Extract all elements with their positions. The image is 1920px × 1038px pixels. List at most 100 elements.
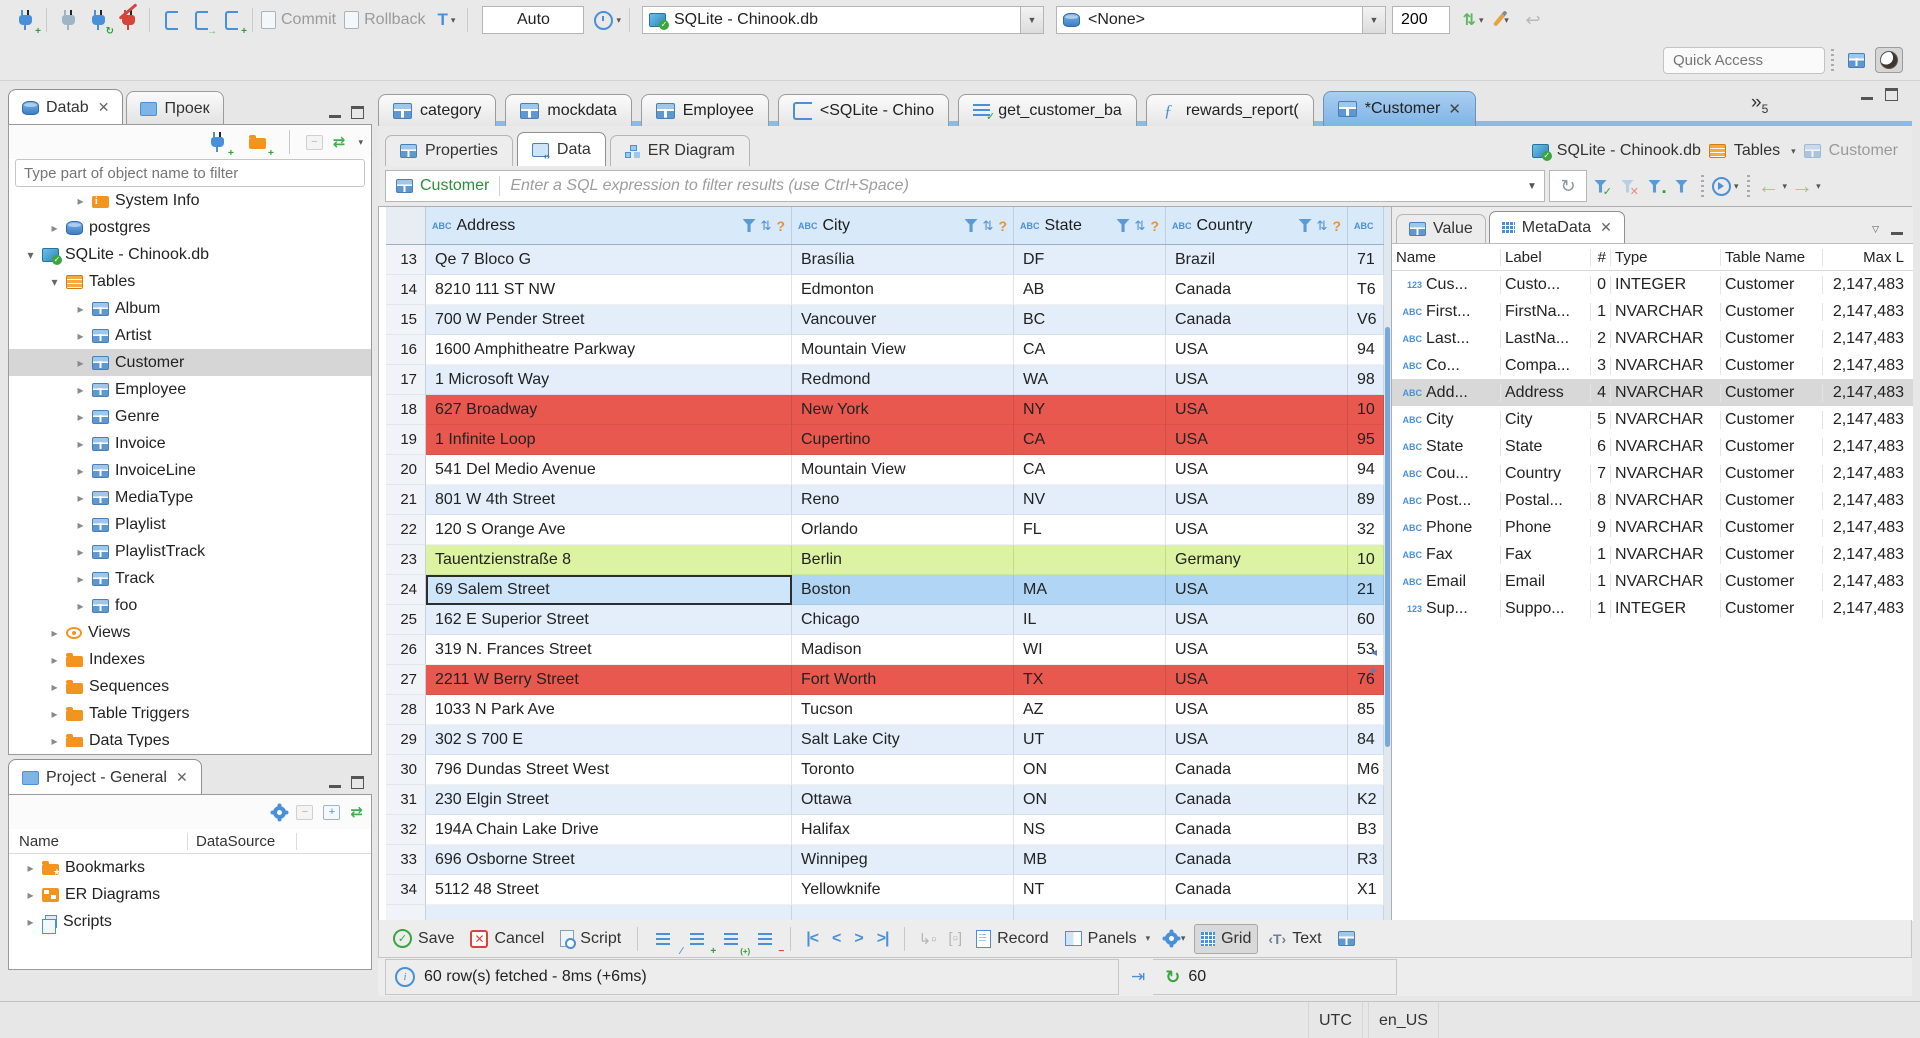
row-number[interactable]: 28 xyxy=(386,695,426,725)
cell-state[interactable]: TX xyxy=(1014,665,1166,695)
custom-filter-button[interactable] xyxy=(1675,179,1688,193)
tree-item[interactable]: Indexes xyxy=(9,646,371,673)
tab-er-diagram[interactable]: ER Diagram xyxy=(609,135,750,166)
cell-country[interactable]: USA xyxy=(1166,725,1348,755)
cell-postalcode[interactable]: 94 xyxy=(1348,335,1384,365)
datasource-dropdown-button[interactable]: ▼ xyxy=(1020,7,1043,33)
cell-city[interactable]: Mountain View xyxy=(792,455,1014,485)
expand-arrow-icon[interactable] xyxy=(49,221,60,235)
meta-col-table[interactable]: Table Name xyxy=(1720,248,1822,266)
project-item[interactable]: Bookmarks xyxy=(9,854,371,881)
cell-country[interactable]: USA xyxy=(1166,425,1348,455)
datasource-combo[interactable]: SQLite - Chinook.db ▼ xyxy=(642,6,1044,34)
cell-state[interactable]: DF xyxy=(1014,245,1166,275)
help-icon[interactable]: ? xyxy=(1150,218,1159,234)
row-number[interactable]: 20 xyxy=(386,455,426,485)
cell-state[interactable] xyxy=(1014,545,1166,575)
cell-city[interactable]: Yellowknife xyxy=(792,875,1014,905)
cell-country[interactable]: Canada xyxy=(1166,875,1348,905)
cell-country[interactable]: Canada xyxy=(1166,815,1348,845)
cell-city[interactable]: Chicago xyxy=(792,605,1014,635)
cell-postalcode[interactable]: 94 xyxy=(1348,455,1384,485)
cell-state[interactable]: AZ xyxy=(1014,695,1166,725)
view-settings-button[interactable]: ▾ xyxy=(1162,926,1188,952)
metadata-row[interactable]: ABC Last... LastNa... 2 NVARCHAR Customer… xyxy=(1392,325,1913,352)
minimize-icon[interactable] xyxy=(329,114,341,118)
column-header-state[interactable]: ABC State ⇅? xyxy=(1014,207,1166,244)
sash-collapse-right-icon[interactable]: ▸ xyxy=(1371,663,1377,677)
cell-address[interactable]: Tauentzienstraße 8 xyxy=(426,545,792,575)
cell-state[interactable]: NT xyxy=(1014,875,1166,905)
sash-collapse-left-icon[interactable]: ◂ xyxy=(1371,645,1377,659)
cancel-button[interactable]: ✕ Cancel xyxy=(464,925,550,953)
close-icon[interactable]: ✕ xyxy=(1448,100,1461,118)
cell-country[interactable]: USA xyxy=(1166,515,1348,545)
tree-item[interactable]: foo xyxy=(9,592,371,619)
minimize-icon[interactable] xyxy=(329,784,341,788)
project-item[interactable]: Scripts xyxy=(9,908,371,935)
cell-country[interactable]: Canada xyxy=(1166,305,1348,335)
cell-postalcode[interactable]: 84 xyxy=(1348,725,1384,755)
last-row-button[interactable]: >| xyxy=(872,930,894,948)
cell-city[interactable]: Boston xyxy=(792,575,1014,605)
tab-data[interactable]: Data xyxy=(516,132,606,166)
refresh-button[interactable]: ↻ xyxy=(1549,170,1587,202)
table-row[interactable]: 27 2211 W Berry Street Fort Worth TX USA… xyxy=(386,665,1384,695)
save-filter-button[interactable]: ▪ xyxy=(1648,179,1666,197)
cell-address[interactable]: 194A Chain Lake Drive xyxy=(426,815,792,845)
row-number[interactable]: 15 xyxy=(386,305,426,335)
metadata-row[interactable]: 123 Sup... Suppo... 1 INTEGER Customer 2,… xyxy=(1392,595,1913,622)
cell-address[interactable]: 801 W 4th Street xyxy=(426,485,792,515)
row-number[interactable]: 18 xyxy=(386,395,426,425)
metadata-row[interactable]: ABC Post... Postal... 8 NVARCHAR Customer… xyxy=(1392,487,1913,514)
tree-item[interactable]: Customer xyxy=(9,349,371,376)
cell-address[interactable]: 1600 Amphitheatre Parkway xyxy=(426,335,792,365)
table-row[interactable]: 28 1033 N Park Ave Tucson AZ USA 85 xyxy=(386,695,1384,725)
cell-postalcode[interactable]: 10 xyxy=(1348,545,1384,575)
column-header-datasource[interactable]: DataSource xyxy=(187,832,297,850)
cell-country[interactable] xyxy=(1166,905,1348,921)
row-number[interactable]: 19 xyxy=(386,425,426,455)
nav-new-connection-button[interactable]: + xyxy=(205,129,234,159)
tree-item[interactable]: Employee xyxy=(9,376,371,403)
table-row[interactable]: 34 5112 48 Street Yellowknife NT Canada … xyxy=(386,875,1384,905)
cell-country[interactable]: Brazil xyxy=(1166,245,1348,275)
commit-mode-combo[interactable]: Auto xyxy=(482,6,585,34)
cell-postalcode[interactable]: T6 xyxy=(1348,275,1384,305)
cell-country[interactable]: USA xyxy=(1166,575,1348,605)
expand-arrow-icon[interactable] xyxy=(25,888,36,902)
first-row-button[interactable]: |< xyxy=(801,930,823,948)
help-icon[interactable]: ? xyxy=(1332,218,1341,234)
meta-col-max[interactable]: Max L xyxy=(1822,248,1908,266)
tree-item[interactable]: Table Triggers xyxy=(9,700,371,727)
open-sql-script-button[interactable]: → xyxy=(188,7,217,37)
metadata-row[interactable]: 123 Cus... Custo... 0 INTEGER Customer 2,… xyxy=(1392,271,1913,298)
cell-country[interactable]: Germany xyxy=(1166,545,1348,575)
meta-col-label[interactable]: Label xyxy=(1500,248,1590,266)
cell-address[interactable]: 1 Infinite Loop xyxy=(426,425,792,455)
table-row[interactable]: 21 801 W 4th Street Reno NV USA 89 xyxy=(386,485,1384,515)
cell-country[interactable]: USA xyxy=(1166,335,1348,365)
editor-tab[interactable]: <SQLite - Chino ✕ xyxy=(777,94,950,126)
cell-postalcode[interactable]: R3 xyxy=(1348,845,1384,875)
cell-country[interactable]: USA xyxy=(1166,635,1348,665)
vertical-scrollbar[interactable] xyxy=(1384,207,1391,921)
fetch-size-input[interactable] xyxy=(1392,6,1450,34)
close-icon[interactable]: ✕ xyxy=(1600,219,1612,236)
expand-arrow-icon[interactable] xyxy=(25,861,36,875)
filter-icon[interactable] xyxy=(964,219,978,232)
row-number[interactable]: 16 xyxy=(386,335,426,365)
cell-address[interactable]: 230 Elgin Street xyxy=(426,785,792,815)
cell-postalcode[interactable]: 53 xyxy=(1348,635,1384,665)
collapse-all-button[interactable]: − xyxy=(305,134,323,150)
more-tabs-chevron[interactable]: »5 xyxy=(1751,92,1768,116)
cell-city[interactable]: Mountain View xyxy=(792,335,1014,365)
nav-new-folder-button[interactable]: + xyxy=(245,129,274,159)
cell-state[interactable]: CA xyxy=(1014,425,1166,455)
cell-country[interactable]: USA xyxy=(1166,695,1348,725)
tree-item[interactable]: Sequences xyxy=(9,673,371,700)
auto-refresh-button[interactable]: ▾ xyxy=(1712,173,1739,199)
calc-panel-button[interactable] xyxy=(1334,926,1360,952)
sql-filter-input[interactable] xyxy=(500,177,1520,195)
schema-combo[interactable]: <None> ▼ xyxy=(1056,6,1386,34)
